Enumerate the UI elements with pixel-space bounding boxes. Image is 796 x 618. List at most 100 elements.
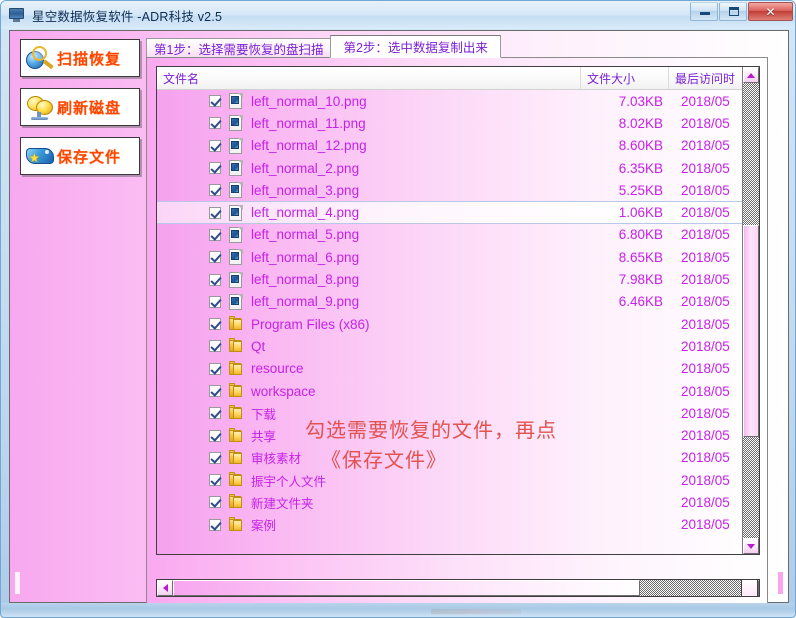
client-area: 扫描恢复 刷新磁盘 ★ 保存文件 第1步：选择需要恢复的盘扫描 第2步：选中数据… [9, 30, 789, 607]
image-file-icon [229, 182, 243, 199]
folder-icon [229, 405, 243, 421]
row-checkbox[interactable] [209, 117, 221, 130]
scan-recover-button[interactable]: 扫描恢复 [20, 39, 140, 77]
row-filename: workspace [251, 383, 316, 399]
minimize-button[interactable] [690, 2, 718, 21]
table-row[interactable]: left_normal_8.png 7.98KB 2018/05 [157, 268, 742, 290]
file-list-rows: left_normal_10.png 7.03KB 2018/05 left_norm… [157, 90, 742, 554]
row-filename: Qt [251, 338, 266, 354]
row-lastaccess: 2018/05 [681, 450, 730, 466]
window-title: 星空数据恢复软件 -ADR科技 v2.5 [32, 9, 223, 24]
row-lastaccess: 2018/05 [681, 494, 730, 510]
table-row[interactable]: 审核素材 2018/05 [157, 447, 742, 469]
close-button[interactable]: ✕ [748, 2, 793, 21]
row-checkbox[interactable] [209, 95, 221, 108]
row-filesize: 5.25KB [618, 182, 663, 198]
maximize-button[interactable] [719, 2, 747, 21]
row-checkbox[interactable] [209, 184, 221, 197]
table-row[interactable]: left_normal_11.png 8.02KB 2018/05 [157, 112, 742, 134]
row-filename: 振宇个人文件 [251, 474, 327, 489]
folder-icon [229, 449, 243, 466]
image-file-icon [229, 160, 243, 177]
row-checkbox[interactable] [209, 451, 221, 464]
table-row[interactable]: left_normal_4.png 1.06KB 2018/05 [157, 201, 742, 224]
row-filename: 共享 [251, 430, 277, 445]
title-bar[interactable]: 星空数据恢复软件 -ADR科技 v2.5 ✕ [1, 1, 796, 29]
table-row[interactable]: left_normal_2.png 6.35KB 2018/05 [157, 157, 742, 179]
horizontal-scrollbar[interactable] [156, 579, 760, 597]
row-checkbox[interactable] [209, 206, 221, 219]
minimize-icon [700, 12, 710, 15]
row-lastaccess: 2018/05 [681, 383, 730, 399]
scroll-up-button[interactable] [743, 67, 759, 83]
tab-step-1[interactable]: 第1步：选择需要恢复的盘扫描 [146, 38, 332, 58]
folder-icon [229, 516, 243, 533]
row-filename: 新建文件夹 [251, 496, 314, 511]
table-row[interactable]: 振宇个人文件 2018/05 [157, 469, 742, 491]
image-file-icon [229, 293, 243, 310]
column-header-filename[interactable]: 文件名 [157, 67, 581, 89]
column-header-filesize[interactable]: 文件大小 [581, 67, 669, 89]
close-icon: ✕ [765, 4, 776, 19]
refresh-disk-label: 刷新磁盘 [57, 98, 122, 117]
row-checkbox[interactable] [209, 496, 221, 509]
folder-icon [229, 427, 243, 444]
table-row[interactable]: 下载 2018/05 [157, 402, 742, 424]
image-file-icon [229, 115, 243, 132]
horizontal-scrollbar-thumb[interactable] [173, 580, 640, 596]
scan-recover-label: 扫描恢复 [57, 49, 122, 68]
table-row[interactable]: resource 2018/05 [157, 358, 742, 380]
table-row[interactable]: 共享 2018/05 [157, 424, 742, 446]
table-row[interactable]: left_normal_6.png 8.65KB 2018/05 [157, 246, 742, 268]
table-row[interactable]: 新建文件夹 2018/05 [157, 491, 742, 513]
row-filesize: 8.60KB [618, 138, 663, 154]
row-filename: Program Files (x86) [251, 316, 370, 332]
row-checkbox[interactable] [209, 295, 221, 308]
table-row[interactable]: left_normal_10.png 7.03KB 2018/05 [157, 90, 742, 112]
refresh-disk-icon [25, 93, 55, 121]
row-filename: left_normal_8.png [251, 272, 360, 288]
row-lastaccess: 2018/05 [681, 316, 730, 332]
row-checkbox[interactable] [209, 228, 221, 241]
row-checkbox[interactable] [209, 518, 221, 531]
row-checkbox[interactable] [209, 474, 221, 487]
row-checkbox[interactable] [209, 139, 221, 152]
row-checkbox[interactable] [209, 273, 221, 286]
maximize-icon [729, 7, 739, 16]
row-checkbox[interactable] [209, 318, 221, 331]
folder-icon [229, 494, 243, 510]
row-checkbox[interactable] [209, 385, 221, 397]
vertical-scrollbar-thumb[interactable] [743, 225, 759, 437]
table-row[interactable]: Program Files (x86) 2018/05 [157, 313, 742, 335]
row-lastaccess: 2018/05 [681, 338, 730, 354]
row-lastaccess: 2018/05 [681, 405, 730, 421]
row-filesize: 7.98KB [618, 272, 663, 288]
triangle-left-icon [162, 584, 168, 592]
save-file-button[interactable]: ★ 保存文件 [20, 137, 140, 175]
vertical-scrollbar[interactable] [742, 67, 759, 554]
row-checkbox[interactable] [209, 407, 221, 420]
table-row[interactable]: workspace 2018/05 [157, 380, 742, 402]
row-filename: left_normal_12.png [251, 138, 367, 154]
row-checkbox[interactable] [209, 251, 221, 264]
row-filename: 下载 [251, 407, 277, 422]
row-checkbox[interactable] [209, 362, 221, 375]
scroll-left-button[interactable] [157, 580, 173, 596]
row-filename: left_normal_4.png [251, 205, 360, 221]
tab-step-2[interactable]: 第2步：选中数据复制出来 [330, 35, 501, 58]
table-row[interactable]: left_normal_9.png 6.46KB 2018/05 [157, 291, 742, 313]
row-checkbox[interactable] [209, 429, 221, 442]
table-row[interactable]: Qt 2018/05 [157, 335, 742, 357]
row-lastaccess: 2018/05 [681, 205, 730, 221]
row-checkbox[interactable] [209, 162, 221, 175]
table-row[interactable]: left_normal_12.png 8.60KB 2018/05 [157, 135, 742, 157]
table-row[interactable]: 案例 2018/05 [157, 514, 742, 536]
scroll-down-button[interactable] [743, 538, 759, 554]
refresh-disk-button[interactable]: 刷新磁盘 [20, 88, 140, 126]
table-row[interactable]: left_normal_3.png 5.25KB 2018/05 [157, 179, 742, 201]
status-area [431, 609, 521, 614]
row-lastaccess: 2018/05 [681, 138, 730, 154]
table-row[interactable]: left_normal_5.png 6.80KB 2018/05 [157, 224, 742, 246]
magnifier-globe-icon [25, 44, 55, 72]
row-checkbox[interactable] [209, 340, 221, 353]
